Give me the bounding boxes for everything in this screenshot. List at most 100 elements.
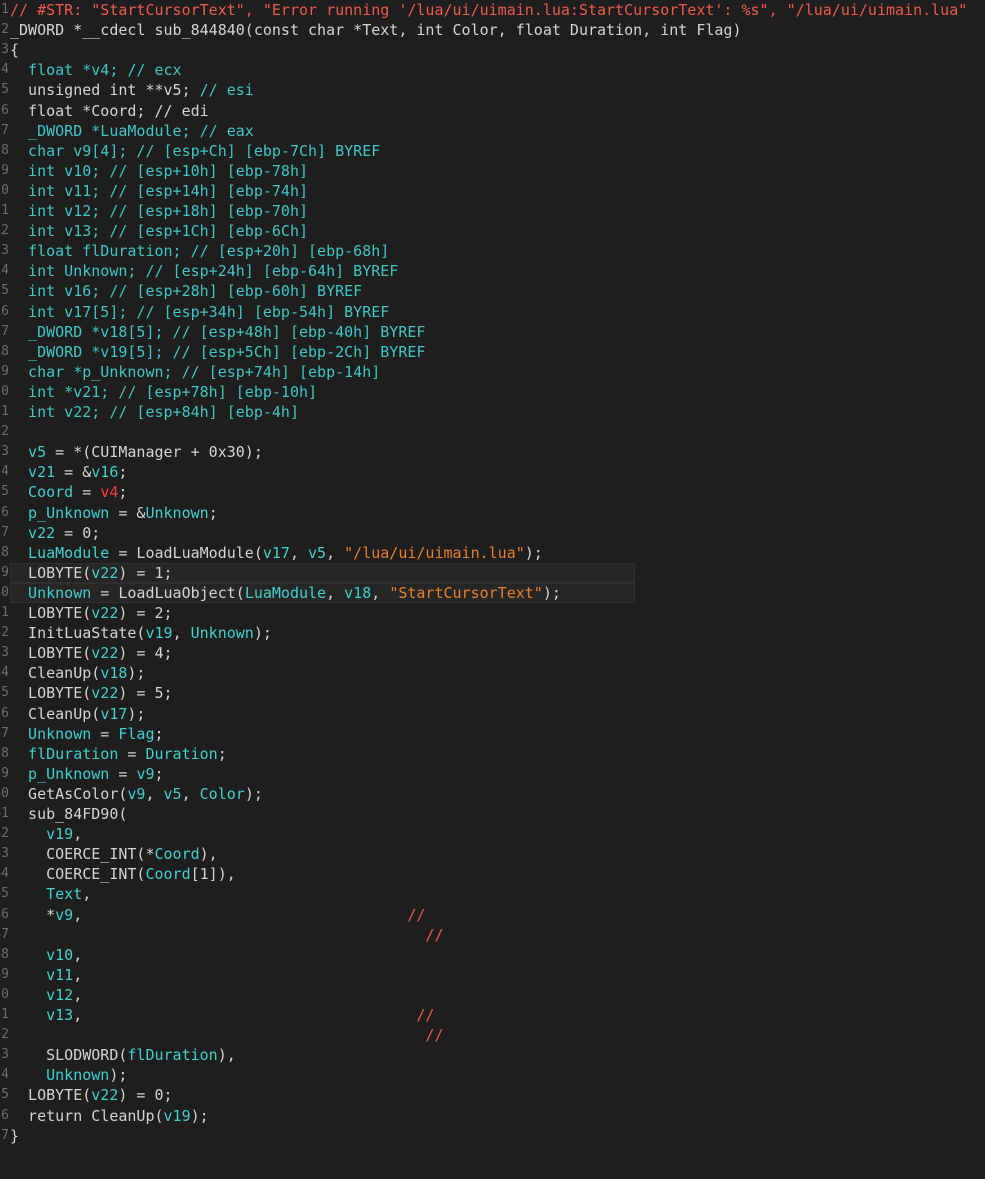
code-token: , [172,624,191,643]
code-line[interactable]: 44 COERCE_INT(Coord[1]), [0,864,985,884]
line-number: 38 [0,745,9,761]
code-line[interactable]: 21 int v22; // [esp+84h] [ebp-4h] [0,402,985,422]
line-number: 39 [0,765,9,781]
code-token: int v12; // [esp+18h] [ebp-70h] [10,202,309,220]
code-line[interactable]: 45 Text, [0,884,985,904]
code-token: } [10,1126,20,1145]
code-line[interactable]: 24 v21 = &v16; [0,462,985,482]
code-text: float *Coord; // edi [10,101,209,121]
code-line[interactable]: 28 LuaModule = LoadLuaModule(v17, v5, "/… [0,543,985,563]
code-token: v18 [344,583,372,602]
code-text: v5 = *(CUIManager + 0x30); [10,442,263,462]
code-line[interactable]: 23 v5 = *(CUIManager + 0x30); [0,442,985,462]
code-token: InitLuaState( [10,624,146,643]
line-number: 41 [0,806,9,821]
code-line[interactable]: 6 float *Coord; // edi [0,101,985,121]
code-text: LOBYTE(v22) = 2; [10,603,173,623]
code-token: v9 [55,905,74,924]
code-line[interactable]: 3{ [0,40,985,60]
code-line[interactable]: 15 int v16; // [esp+28h] [ebp-60h] BYREF [0,281,985,301]
code-line[interactable]: 55 LOBYTE(v22) = 0; [0,1085,985,1105]
code-line[interactable]: 13 float flDuration; // [esp+20h] [ebp-6… [0,241,985,261]
line-number: 7 [1,122,9,138]
code-line[interactable]: 31 LOBYTE(v22) = 2; [0,603,985,623]
code-token: v4 [100,483,119,502]
code-line[interactable]: 30 Unknown = LoadLuaObject(LuaModule, v1… [0,582,985,603]
code-line[interactable]: 43 COERCE_INT(*Coord), [0,844,985,864]
code-token: , [326,583,345,602]
code-line[interactable]: 36 CleanUp(v17); [0,704,985,724]
code-text: v22 = 0; [10,523,100,543]
code-line[interactable]: 56 return CleanUp(v19); [0,1106,985,1126]
code-line[interactable]: 27 v22 = 0; [0,523,985,543]
code-line[interactable]: 8 char v9[4]; // [esp+Ch] [ebp-7Ch] BYRE… [0,141,985,161]
code-line[interactable]: 50 v12, [0,985,985,1005]
code-line[interactable]: 16 int v17[5]; // [esp+34h] [ebp-54h] BY… [0,302,985,322]
code-line[interactable]: 38 flDuration = Duration; [0,744,985,764]
pseudocode-editor[interactable]: 1// #STR: "StartCursorText", "Error runn… [0,0,985,1179]
code-line[interactable]: 57} [0,1126,985,1146]
code-token: _DWORD *v19[5]; // [esp+5Ch] [ebp-2Ch] B… [10,342,426,361]
code-line[interactable]: 46 *v9, // [0,905,985,925]
code-text: COERCE_INT(Coord[1]), [10,864,236,884]
code-line[interactable]: 34 CleanUp(v18); [0,663,985,683]
code-line[interactable]: 1// #STR: "StartCursorText", "Error runn… [0,0,985,20]
code-line[interactable]: 2 _DWORD *__cdecl sub_844840(const char *… [0,20,985,40]
code-token: // [407,905,426,924]
code-line[interactable]: 10 int v11; // [esp+14h] [ebp-74h] [0,181,985,201]
code-token: = 0; [55,523,101,542]
code-token: v9 [136,764,155,783]
code-text: int v10; // [esp+10h] [ebp-78h] [10,161,308,181]
code-text: _DWORD *v19[5]; // [esp+5Ch] [ebp-2Ch] B… [10,342,425,362]
code-line[interactable]: 25 Coord = v4; [0,482,985,502]
code-line[interactable]: 19 char *p_Unknown; // [esp+74h] [ebp-14… [0,362,985,382]
code-text: LuaModule = LoadLuaModule(v17, v5, "/lua… [10,543,543,563]
code-line[interactable]: 54 Unknown); [0,1065,985,1085]
code-line[interactable]: 51 v13, // [0,1005,985,1025]
code-line[interactable]: 33 LOBYTE(v22) = 4; [0,643,985,663]
code-token: Coord [10,483,74,502]
code-line[interactable]: 37 Unknown = Flag; [0,724,985,744]
code-line[interactable]: 35 LOBYTE(v22) = 5; [0,683,985,703]
code-line[interactable]: 7 _DWORD *LuaModule; // eax [0,121,985,141]
code-token: , [326,543,345,562]
code-token: COERCE_INT( [10,865,146,884]
code-line[interactable]: 4 float *v4; // ecx [0,60,985,80]
code-token: = [118,744,146,763]
code-token: CleanUp( [10,664,101,683]
line-number: 17 [0,323,9,339]
code-line[interactable]: 52 // [0,1025,985,1045]
code-line[interactable]: 29 LOBYTE(v22) = 1; [0,562,985,583]
code-line[interactable]: 32 InitLuaState(v19, Unknown); [0,623,985,643]
code-line[interactable]: 12 int v13; // [esp+1Ch] [ebp-6Ch] [0,221,985,241]
code-token: // [425,925,444,944]
code-line[interactable]: 22 [0,422,985,442]
code-token: ); [190,1106,209,1125]
code-line[interactable]: 42 v19, [0,824,985,844]
code-line[interactable]: 40 GetAsColor(v9, v5, Color); [0,784,985,804]
code-line[interactable]: 53 SLODWORD(flDuration), [0,1045,985,1065]
code-token: // [416,1006,435,1024]
code-line[interactable]: 49 v11, [0,965,985,985]
code-token: = LoadLuaObject( [91,583,245,602]
code-token: Unknown [10,1066,110,1085]
line-number: 40 [0,785,9,801]
code-token: p_Unknown [10,503,110,522]
code-line[interactable]: 5 unsigned int **v5; // esi [0,80,985,100]
code-text: v11, [10,965,82,985]
code-line[interactable]: 20 int *v21; // [esp+78h] [ebp-10h] [0,382,985,402]
code-line[interactable]: 47 // [0,925,985,945]
code-line[interactable]: 9 int v10; // [esp+10h] [ebp-78h] [0,161,985,181]
code-token: * [10,905,56,924]
code-line[interactable]: 17 _DWORD *v18[5]; // [esp+48h] [ebp-40h… [0,322,985,342]
code-token: Unknown [10,724,92,743]
code-line[interactable]: 41 sub_84FD90( [0,804,985,824]
code-line[interactable]: 18 _DWORD *v19[5]; // [esp+5Ch] [ebp-2Ch… [0,342,985,362]
code-line[interactable]: 39 p_Unknown = v9; [0,764,985,784]
code-line[interactable]: 11 int v12; // [esp+18h] [ebp-70h] [0,201,985,221]
code-line[interactable]: 14 int Unknown; // [esp+24h] [ebp-64h] B… [0,261,985,281]
code-line[interactable]: 48 v10, [0,945,985,965]
code-text: // [10,1025,443,1045]
code-line[interactable]: 26 p_Unknown = &Unknown; [0,503,985,523]
code-token: ) = 2; [118,604,173,622]
